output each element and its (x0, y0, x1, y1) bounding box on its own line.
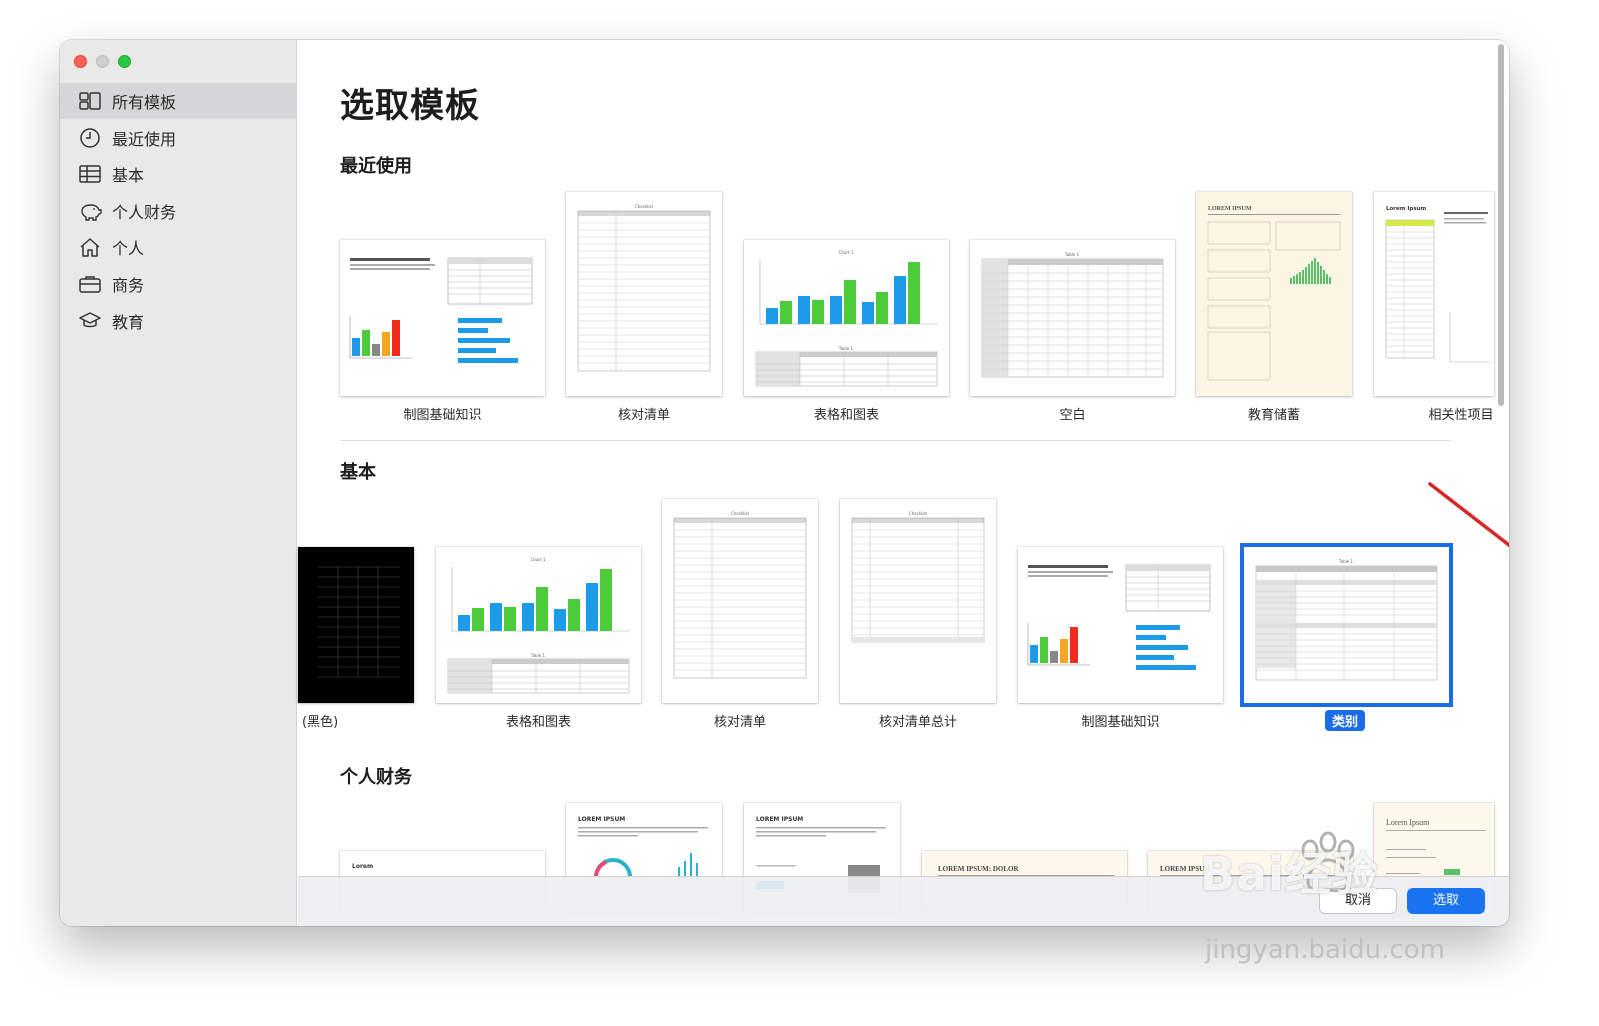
thumbnail-title: Table 1 (1338, 559, 1354, 564)
thumbnail-title: LOREM IPSUM (1208, 206, 1252, 212)
template-label: 空白 (1059, 408, 1086, 423)
thumbnail-title: Checklist (635, 204, 654, 209)
thumbnail-title: Table 1 (838, 346, 854, 351)
template-thumbnail: Checklist (577, 204, 711, 372)
thumbnail-title: Chart 1 (839, 250, 854, 255)
template-label: 制图基础知识 (1081, 715, 1160, 730)
graduation-cap-icon (79, 311, 101, 327)
template-card[interactable] (298, 547, 414, 703)
template-thumbnail: Checklist (673, 511, 807, 679)
template-label: 教育储蓄 (1247, 408, 1300, 423)
grid-icon (79, 92, 101, 110)
sidebar-item-basic[interactable]: 基本 (60, 156, 296, 192)
sidebar: 所有模板 最近使用 基本 个人财务 个人 商务 教育 (60, 40, 297, 926)
template-label-selected: 类别 (1325, 710, 1366, 731)
template-card[interactable]: Checklist (566, 192, 722, 396)
thumbnail-title: Checklist (731, 511, 750, 516)
template-thumbnail (1027, 564, 1211, 670)
sidebar-item-label: 最近使用 (112, 129, 177, 149)
template-thumbnail: Checklist (851, 511, 985, 643)
template-label: 相关性项目 (1428, 408, 1494, 423)
sidebar-item-label: 个人财务 (112, 202, 177, 222)
sidebar-item-personal-finance[interactable]: 个人财务 (60, 193, 296, 229)
sidebar-item-recent[interactable]: 最近使用 (60, 120, 296, 156)
template-chooser-window: 所有模板 最近使用 基本 个人财务 个人 商务 教育 选取模板 最近使用 制图基… (60, 40, 1509, 926)
thumbnail-title: Lorem (352, 863, 373, 870)
template-card[interactable]: Chart 1 Table 1 (436, 547, 641, 703)
thumbnail-title: LOREM IPSUM (578, 816, 625, 823)
minimize-window-button[interactable] (96, 55, 109, 68)
sidebar-item-label: 个人 (112, 239, 145, 259)
sidebar-item-label: 商务 (112, 275, 145, 295)
sidebar-item-label: 基本 (112, 166, 145, 186)
template-card[interactable] (1018, 547, 1223, 703)
section-title-basic: 基本 (340, 462, 376, 483)
template-card[interactable]: Table 1 (970, 240, 1175, 396)
template-card[interactable]: LOREM IPSUM (1196, 192, 1352, 396)
zoom-window-button[interactable] (118, 55, 131, 68)
template-card[interactable] (340, 240, 545, 396)
piggy-bank-icon (81, 204, 102, 221)
template-thumbnail: Chart 1 Table 1 (447, 557, 630, 694)
house-icon (80, 238, 100, 258)
template-thumbnail: LOREM IPSUM (1207, 206, 1341, 381)
window-controls (74, 55, 131, 68)
template-card[interactable]: Checklist (840, 499, 996, 703)
close-window-button[interactable] (74, 55, 87, 68)
thumbnail-title: Table 1 (530, 653, 546, 658)
thumbnail-title: Table 1 (1064, 252, 1080, 257)
template-label: 表格和图表 (813, 408, 879, 423)
watermark-url: jingyan.baidu.com (1205, 935, 1445, 965)
sidebar-list: 所有模板 最近使用 基本 个人财务 个人 商务 教育 (60, 83, 296, 339)
clock-icon (80, 127, 100, 148)
watermark-brand: Bai经验 (1200, 847, 1379, 901)
template-thumbnail: Table 1 (981, 252, 1164, 378)
thumbnail-title: Checklist (909, 511, 928, 516)
page-title: 选取模板 (340, 86, 480, 126)
sidebar-item-label: 所有模板 (112, 93, 177, 112)
thumbnail-title: Chart 1 (531, 557, 546, 562)
sidebar-item-education[interactable]: 教育 (60, 303, 296, 339)
template-card[interactable]: Lorem Ipsum (1374, 192, 1494, 396)
section-title-personal-finance: 个人财务 (340, 767, 412, 788)
thumbnail-title: Lorem Ipsum (1386, 206, 1427, 212)
briefcase-icon (79, 276, 101, 293)
sidebar-item-all-templates[interactable]: 所有模板 (60, 83, 296, 119)
template-label: 核对清单总计 (878, 715, 957, 730)
choose-button[interactable]: 选取 (1407, 888, 1485, 914)
table-icon (79, 165, 101, 183)
template-thumbnail: Chart 1 Table 1 (755, 250, 938, 387)
template-card-selected[interactable]: Table 1 (1244, 547, 1449, 703)
template-thumbnail: Lorem Ipsum (1385, 206, 1490, 363)
vertical-scrollbar[interactable] (1498, 44, 1504, 406)
template-thumbnail (318, 566, 400, 678)
template-thumbnail: Table 1 (1255, 559, 1438, 681)
thumbnail-title: LOREM IPSUM (756, 816, 803, 823)
section-title-recent: 最近使用 (340, 156, 412, 177)
sidebar-item-personal[interactable]: 个人 (60, 229, 296, 265)
template-label: 表格和图表 (505, 715, 571, 730)
section-divider (340, 440, 1451, 441)
template-card[interactable]: Chart 1 Table 1 (744, 240, 949, 396)
template-card[interactable]: Checklist (662, 499, 818, 703)
sidebar-item-label: 教育 (112, 312, 145, 332)
annotation-arrow-icon (1428, 482, 1509, 548)
template-gallery[interactable]: 选取模板 最近使用 制图基础知识 Checklist 核对清单 Chart 1 … (298, 40, 1509, 926)
thumbnail-title: Lorem Ipsum (1386, 818, 1430, 827)
thumbnail-title: LOREM IPSUM: DOLOR (938, 865, 1019, 873)
template-thumbnail (349, 257, 533, 363)
template-label: 核对清单 (617, 408, 670, 423)
sidebar-item-business[interactable]: 商务 (60, 266, 296, 302)
template-label: (黑色) (302, 715, 339, 730)
template-label: 制图基础知识 (403, 408, 482, 423)
template-label: 核对清单 (713, 715, 766, 730)
